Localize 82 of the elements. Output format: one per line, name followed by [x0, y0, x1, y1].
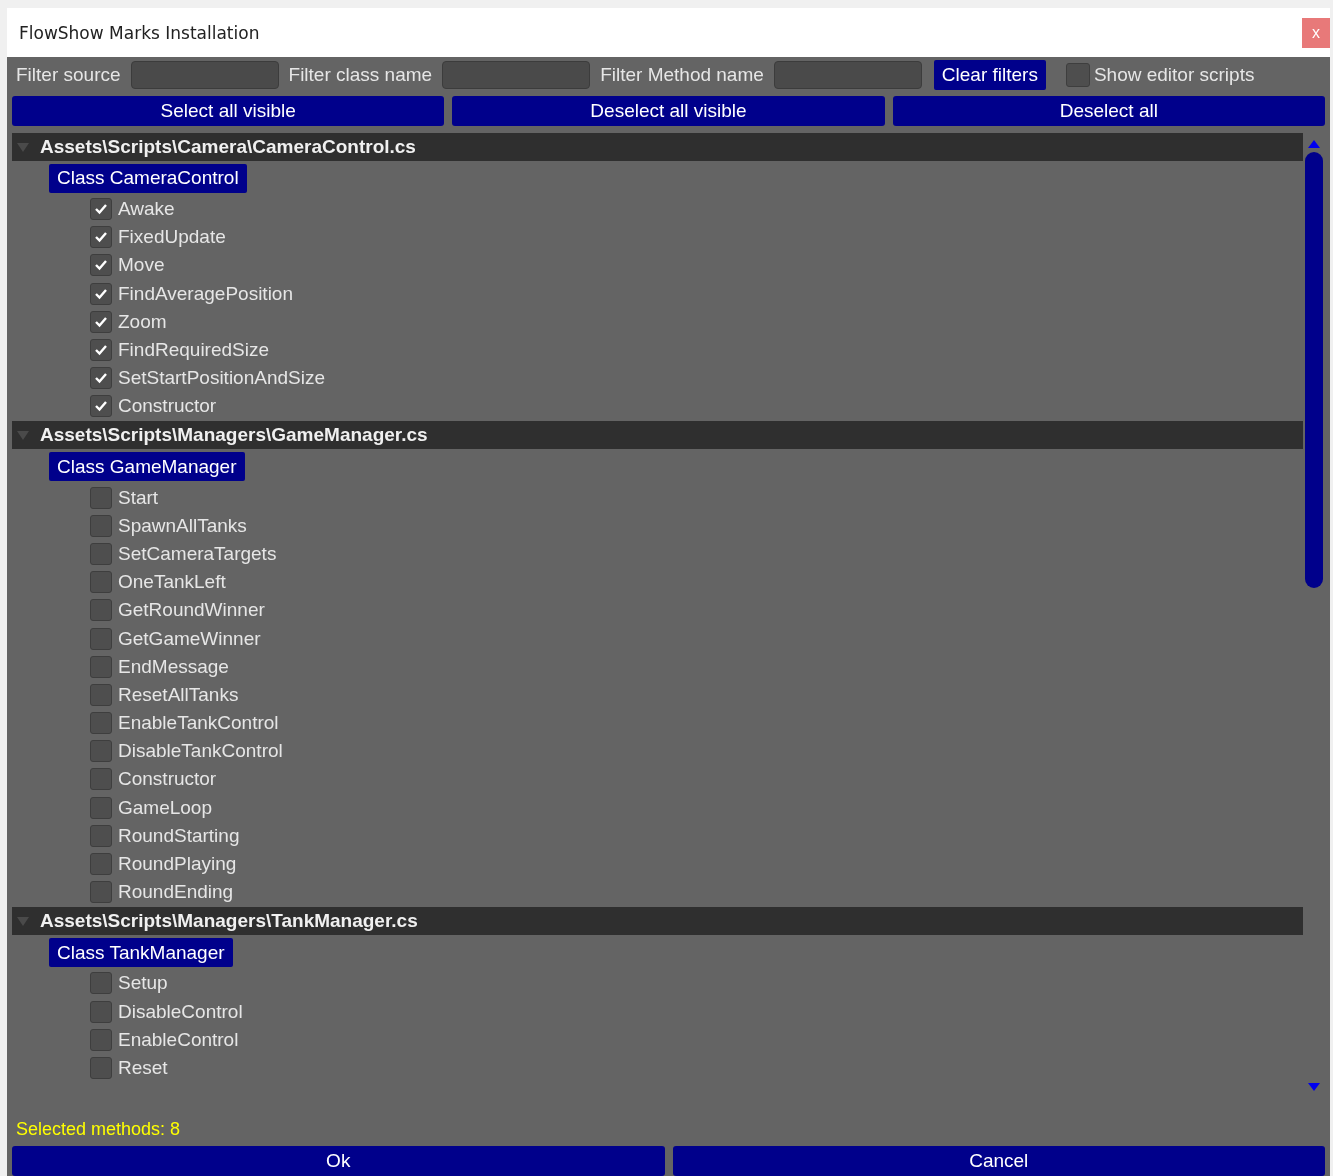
checkbox[interactable] — [90, 254, 112, 277]
checkbox[interactable] — [90, 367, 112, 390]
method-label: EnableControl — [118, 1028, 239, 1051]
checkbox[interactable] — [90, 881, 112, 904]
dialog-button[interactable]: Cancel — [672, 1146, 1325, 1176]
filter-field[interactable] — [130, 61, 279, 89]
checkbox[interactable] — [90, 571, 112, 594]
checkbox[interactable] — [90, 1028, 112, 1051]
method-label: OneTankLeft — [118, 571, 226, 594]
source-path: Assets\Scripts\Managers\TankManager.cs — [40, 910, 418, 933]
status-text: Selected methods: 8 — [15, 1119, 182, 1140]
checkbox[interactable] — [90, 226, 112, 249]
method-label: FindRequiredSize — [118, 339, 270, 361]
checkbox[interactable] — [90, 627, 112, 650]
filter-label: Filter Method name — [600, 64, 764, 86]
checkbox[interactable] — [90, 972, 112, 995]
method-label: RoundEnding — [118, 881, 234, 904]
filter-label: Filter class name — [288, 64, 433, 86]
checkbox[interactable] — [90, 198, 112, 221]
class-button[interactable]: Class GameManager — [49, 452, 245, 482]
checkbox-label: Show editor scripts — [1093, 64, 1255, 86]
scroll-up-icon[interactable] — [1308, 139, 1320, 148]
checkbox[interactable] — [90, 310, 112, 333]
class-button[interactable]: Class CameraControl — [49, 163, 247, 193]
checkbox[interactable] — [90, 1000, 112, 1023]
source-path: Assets\Scripts\Camera\CameraControl.cs — [40, 135, 416, 158]
method-label: EnableTankControl — [118, 712, 279, 735]
source-header[interactable]: Assets\Scripts\Camera\CameraControl.cs — [12, 132, 1303, 161]
checkbox[interactable] — [90, 282, 112, 305]
checkbox[interactable] — [90, 683, 112, 706]
checkbox[interactable] — [90, 599, 112, 622]
checkbox[interactable] — [90, 486, 112, 509]
window-title: FlowShow Marks Installation — [19, 22, 260, 43]
checkbox[interactable] — [90, 740, 112, 763]
method-label: ResetAllTanks — [118, 683, 239, 706]
checkbox[interactable] — [90, 542, 112, 565]
method-label: SetStartPositionAndSize — [118, 367, 325, 390]
method-label: Start — [118, 486, 159, 509]
filter-field[interactable] — [442, 61, 591, 89]
action-button[interactable]: Deselect all visible — [452, 95, 885, 126]
method-label: Zoom — [118, 310, 167, 333]
checkbox[interactable] — [90, 768, 112, 791]
method-label: RoundStarting — [118, 824, 240, 847]
checkbox[interactable] — [1065, 63, 1090, 87]
source-header[interactable]: Assets\Scripts\Managers\TankManager.cs — [12, 907, 1303, 936]
method-label: Awake — [118, 198, 175, 221]
method-label: Reset — [118, 1056, 168, 1079]
checkbox[interactable] — [90, 1056, 112, 1079]
dialog-button[interactable]: Ok — [12, 1146, 665, 1176]
method-label: Move — [118, 254, 165, 277]
method-label: FindAveragePosition — [118, 282, 293, 305]
method-label: DisableControl — [118, 1000, 243, 1023]
class-button[interactable]: Class TankManager — [49, 938, 233, 968]
scroll-down-icon[interactable] — [1308, 1083, 1320, 1091]
checkbox[interactable] — [90, 796, 112, 819]
checkbox[interactable] — [90, 395, 112, 418]
checkbox[interactable] — [90, 514, 112, 537]
checkbox[interactable] — [90, 712, 112, 735]
filter-label: Filter source — [16, 64, 121, 86]
method-label: SpawnAllTanks — [118, 514, 247, 537]
source-path: Assets\Scripts\Managers\GameManager.cs — [40, 424, 428, 447]
method-label: GameLoop — [118, 796, 212, 819]
source-header[interactable]: Assets\Scripts\Managers\GameManager.cs — [12, 421, 1303, 450]
filter-field[interactable] — [773, 61, 922, 89]
action-button[interactable]: Deselect all — [892, 95, 1325, 126]
checkbox[interactable] — [90, 824, 112, 847]
method-label: RoundPlaying — [118, 853, 237, 875]
method-label: DisableTankControl — [118, 740, 283, 763]
method-label: GetGameWinner — [118, 627, 261, 650]
checkbox[interactable] — [90, 853, 112, 875]
method-label: Constructor — [118, 395, 217, 418]
checkbox[interactable] — [90, 339, 112, 361]
method-label: GetRoundWinner — [118, 599, 265, 622]
method-label: SetCameraTargets — [118, 542, 277, 565]
method-label: Setup — [118, 972, 168, 995]
checkbox[interactable] — [90, 655, 112, 678]
action-button[interactable]: Select all visible — [12, 95, 445, 126]
method-label: Constructor — [118, 768, 217, 791]
scrollbar-thumb[interactable] — [1305, 151, 1323, 588]
method-label: FixedUpdate — [118, 226, 226, 249]
method-label: EndMessage — [118, 655, 229, 678]
clear-filters-button[interactable]: Clear filters — [933, 60, 1046, 90]
